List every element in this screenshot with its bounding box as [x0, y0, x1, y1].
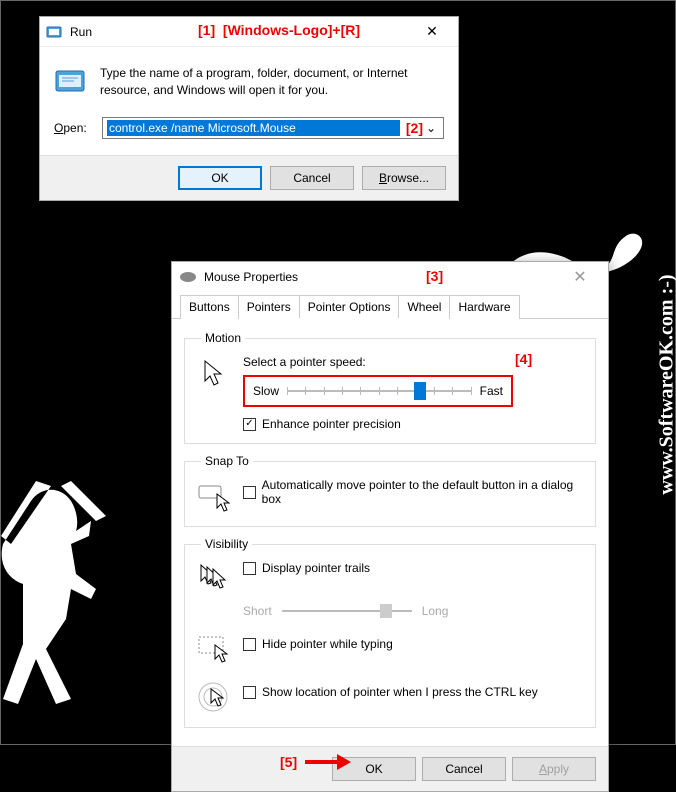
open-combobox[interactable]: control.exe /name Microsoft.Mouse [2] ⌄	[102, 117, 444, 139]
tab-pointer-options[interactable]: Pointer Options	[299, 295, 400, 319]
ctrl-locate-checkbox[interactable]	[243, 686, 256, 699]
slider-thumb[interactable]	[414, 382, 426, 400]
trails-label: Display pointer trails	[262, 561, 370, 575]
hide-pointer-label: Hide pointer while typing	[262, 637, 393, 651]
tab-bar: Buttons Pointers Pointer Options Wheel H…	[172, 294, 608, 319]
trails-short-label: Short	[243, 604, 272, 618]
snapto-icon	[195, 478, 231, 514]
run-icon-small	[46, 24, 62, 40]
slow-label: Slow	[253, 384, 279, 398]
tab-buttons[interactable]: Buttons	[180, 295, 239, 319]
snapto-legend: Snap To	[201, 454, 253, 468]
close-icon[interactable]: ✕	[560, 267, 600, 287]
speed-slider-highlight: Slow Fast	[243, 375, 513, 407]
snapto-label: Automatically move pointer to the defaul…	[262, 478, 585, 506]
fast-label: Fast	[480, 384, 503, 398]
mouse-icon	[180, 272, 196, 282]
trails-long-label: Long	[422, 604, 449, 618]
annotation-3: [3]	[426, 268, 443, 284]
browse-button[interactable]: Browse...	[362, 166, 446, 190]
cancel-button[interactable]: Cancel	[270, 166, 354, 190]
annotation-5: [5]	[280, 751, 353, 773]
tab-wheel[interactable]: Wheel	[398, 295, 450, 319]
mouse-titlebar[interactable]: Mouse Properties ✕	[172, 262, 608, 292]
ctrl-locate-icon	[195, 679, 231, 715]
visibility-legend: Visibility	[201, 537, 252, 551]
annotation-1: [1] [Windows-Logo]+[R]	[198, 22, 360, 38]
pointer-speed-icon	[195, 355, 231, 391]
chevron-down-icon[interactable]: ⌄	[423, 121, 439, 135]
open-label: Open:	[54, 121, 94, 135]
mouse-properties-dialog: Mouse Properties ✕ [3] Buttons Pointers …	[171, 261, 609, 792]
hide-pointer-icon	[195, 631, 231, 667]
decorative-silhouette-left	[0, 481, 171, 731]
enhance-precision-label: Enhance pointer precision	[262, 417, 401, 431]
ok-button[interactable]: OK	[178, 166, 262, 190]
motion-legend: Motion	[201, 331, 245, 345]
tab-pointers[interactable]: Pointers	[238, 295, 300, 319]
enhance-precision-checkbox[interactable]	[243, 418, 256, 431]
close-icon[interactable]: ✕	[412, 18, 452, 46]
arrow-icon	[303, 751, 353, 773]
hide-pointer-checkbox[interactable]	[243, 638, 256, 651]
trails-slider	[282, 603, 412, 619]
tab-hardware[interactable]: Hardware	[449, 295, 519, 319]
speed-label: Select a pointer speed:	[243, 355, 585, 369]
annotation-4: [4]	[515, 351, 532, 367]
apply-button[interactable]: Apply	[512, 757, 596, 781]
pointer-trails-icon	[195, 561, 231, 597]
run-dialog: Run ✕ [1] [Windows-Logo]+[R] Type the na…	[39, 16, 459, 201]
open-command-text[interactable]: control.exe /name Microsoft.Mouse	[107, 120, 400, 136]
run-program-icon	[54, 65, 88, 99]
run-description: Type the name of a program, folder, docu…	[100, 65, 444, 99]
snapto-checkbox[interactable]	[243, 486, 256, 499]
website-watermark: www.SoftwareOK.com :-)	[656, 274, 676, 494]
trails-checkbox[interactable]	[243, 562, 256, 575]
pointer-speed-slider[interactable]	[287, 381, 472, 401]
motion-group: Motion [4] Select a pointer speed: Slow	[184, 331, 596, 444]
visibility-group: Visibility Display pointer trails Short	[184, 537, 596, 728]
annotation-2: [2]	[406, 120, 423, 136]
cancel-button[interactable]: Cancel	[422, 757, 506, 781]
mouse-title: Mouse Properties	[204, 270, 560, 284]
snapto-group: Snap To Automatically move pointer to th…	[184, 454, 596, 527]
ctrl-locate-label: Show location of pointer when I press th…	[262, 685, 538, 699]
